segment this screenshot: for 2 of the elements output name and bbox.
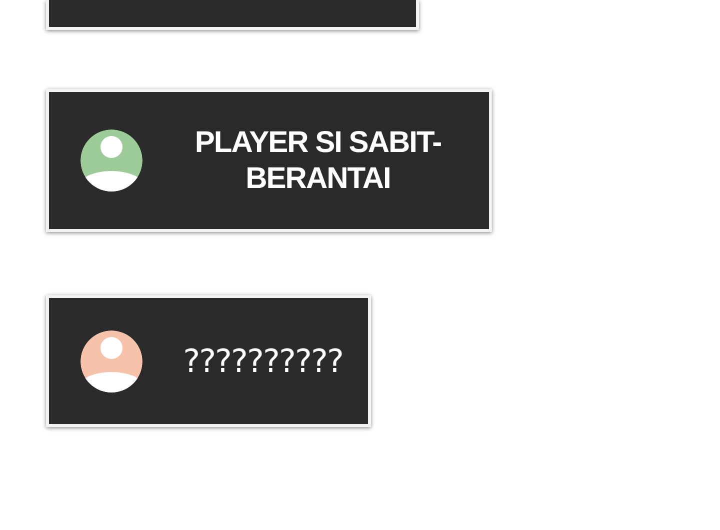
player-name: ?????????? <box>182 342 344 380</box>
player-name: PLAYER SI SABIT-BERANTAI <box>194 124 442 196</box>
